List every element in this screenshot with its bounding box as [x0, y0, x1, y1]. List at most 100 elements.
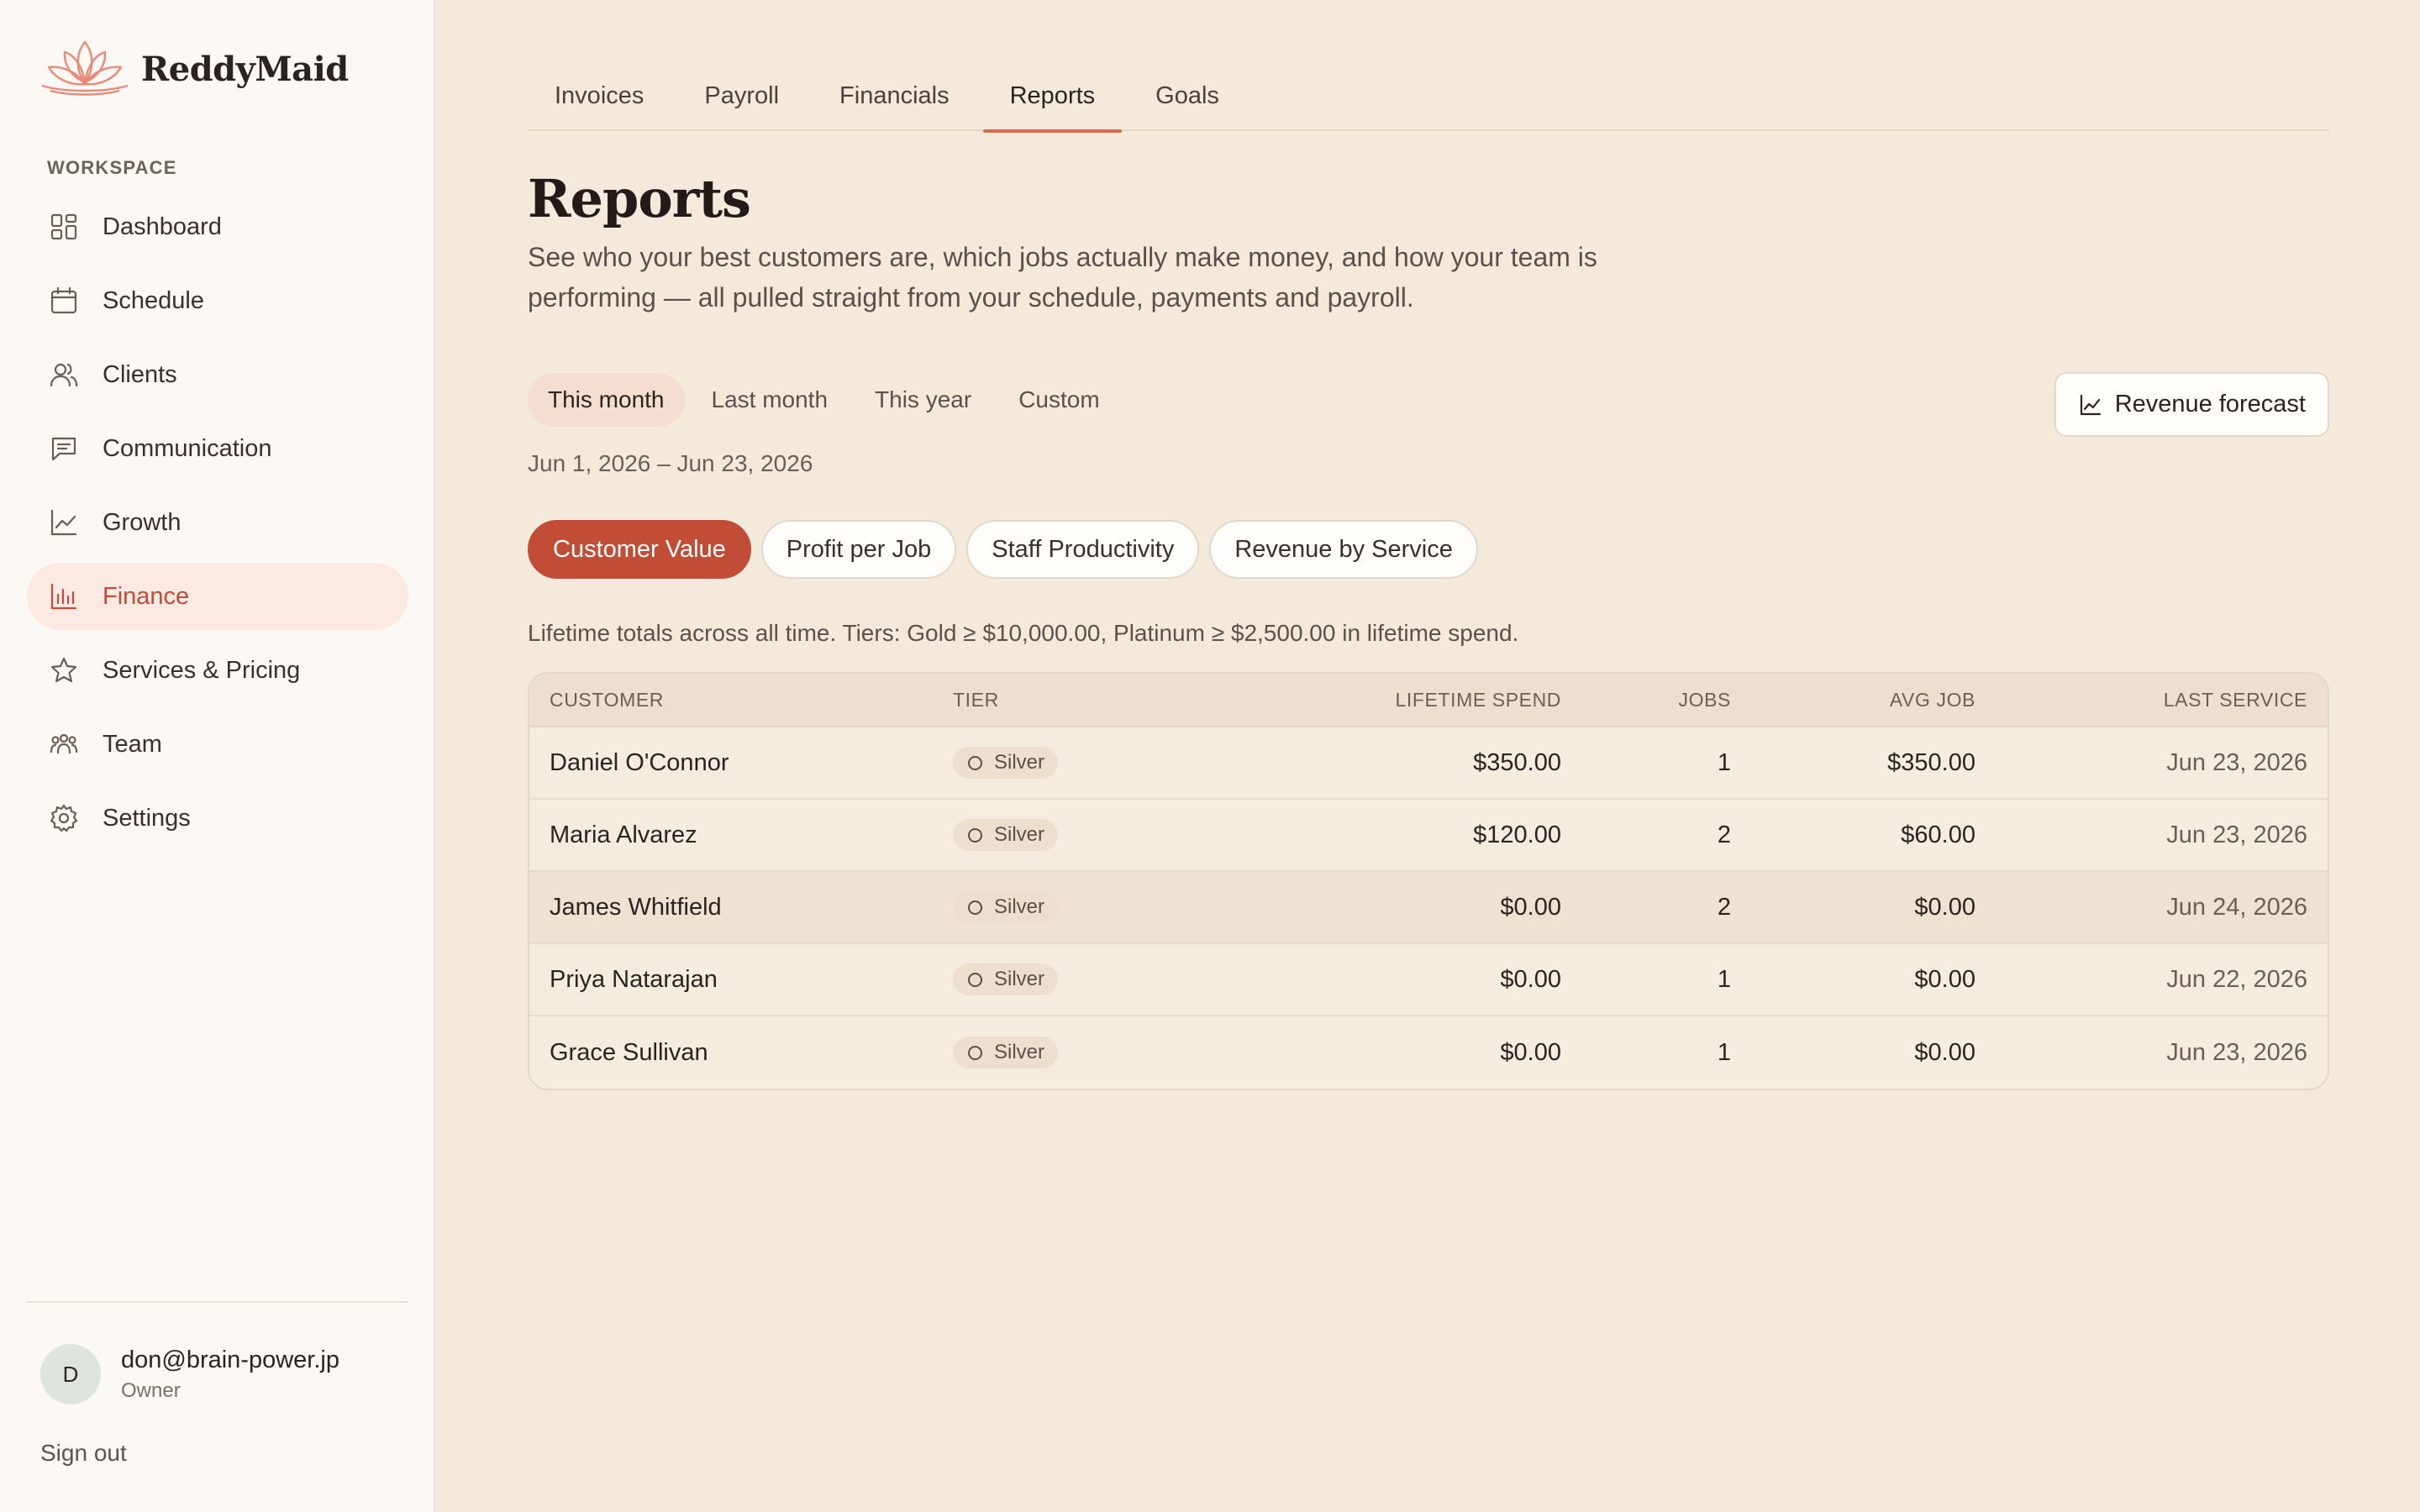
calendar-icon	[49, 286, 79, 316]
table-header: CUSTOMER TIER LIFETIME SPEND JOBS AVG JO…	[529, 674, 2328, 727]
tier-label: Silver	[994, 968, 1045, 990]
star-icon	[49, 655, 79, 685]
column-header-last-service[interactable]: LAST SERVICE	[2164, 689, 2307, 711]
sidebar-item-team[interactable]: Team	[27, 711, 408, 778]
tier-label: Silver	[994, 751, 1045, 774]
page-title: Reports	[528, 168, 751, 229]
lotus-logo-icon	[41, 40, 129, 96]
tier-badge: Silver	[953, 747, 1059, 779]
users-icon	[49, 360, 79, 390]
jobs-count: 1	[1717, 748, 1731, 776]
last-service: Jun 23, 2026	[2166, 821, 2307, 848]
last-service: Jun 22, 2026	[2166, 965, 2307, 993]
sidebar-item-label: Dashboard	[103, 213, 222, 240]
circle-icon	[968, 755, 982, 770]
lifetime-spend: $120.00	[1473, 821, 1561, 848]
tab-reports[interactable]: Reports	[982, 67, 1123, 133]
avg-job: $0.00	[1914, 965, 1975, 993]
sidebar-item-dashboard[interactable]: Dashboard	[27, 193, 408, 260]
tier-note: Lifetime totals across all time. Tiers: …	[528, 620, 1519, 646]
user-role: Owner	[121, 1378, 181, 1402]
tier-badge: Silver	[953, 963, 1059, 995]
circle-icon	[968, 827, 982, 843]
trend-icon	[2080, 394, 2101, 415]
column-header-lifetime-spend[interactable]: LIFETIME SPEND	[1395, 689, 1561, 711]
tier-badge: Silver	[953, 1037, 1059, 1068]
sidebar-item-growth[interactable]: Growth	[27, 489, 408, 556]
report-tab-customer-value[interactable]: Customer Value	[528, 520, 751, 579]
sidebar-divider	[27, 1301, 408, 1303]
circle-icon	[968, 900, 982, 915]
table-row[interactable]: Priya Natarajan Silver $0.00 1 $0.00 Jun…	[529, 944, 2328, 1016]
sign-out-link[interactable]: Sign out	[40, 1440, 127, 1467]
lifetime-spend: $0.00	[1500, 893, 1561, 921]
sidebar-item-clients[interactable]: Clients	[27, 341, 408, 408]
avg-job: $350.00	[1887, 748, 1975, 776]
customer-name: Maria Alvarez	[550, 821, 697, 848]
table-row[interactable]: Grace Sullivan Silver $0.00 1 $0.00 Jun …	[529, 1016, 2328, 1089]
column-header-jobs[interactable]: JOBS	[1679, 689, 1731, 711]
revenue-forecast-button[interactable]: Revenue forecast	[2054, 372, 2329, 437]
period-last-month[interactable]: Last month	[692, 373, 849, 427]
workspace-section-label: WORKSPACE	[47, 157, 177, 178]
report-tab-staff-productivity[interactable]: Staff Productivity	[966, 520, 1200, 579]
sidebar-item-services-pricing[interactable]: Services & Pricing	[27, 637, 408, 704]
column-header-avg-job[interactable]: AVG JOB	[1890, 689, 1975, 711]
sidebar-item-label: Communication	[103, 434, 272, 462]
tab-financials[interactable]: Financials	[813, 67, 976, 131]
avg-job: $60.00	[1901, 821, 1975, 848]
revenue-forecast-label: Revenue forecast	[2114, 391, 2306, 417]
tab-invoices[interactable]: Invoices	[528, 67, 671, 131]
lifetime-spend: $350.00	[1473, 748, 1561, 776]
sidebar-item-schedule[interactable]: Schedule	[27, 267, 408, 334]
avatar: D	[40, 1344, 101, 1404]
tier-badge: Silver	[953, 819, 1059, 851]
table-row[interactable]: Daniel O'Connor Silver $350.00 1 $350.00…	[529, 727, 2328, 800]
jobs-count: 2	[1717, 893, 1731, 921]
report-tab-profit-per-job[interactable]: Profit per Job	[760, 520, 957, 579]
tier-label: Silver	[994, 1041, 1045, 1063]
sidebar-item-label: Team	[103, 730, 162, 758]
last-service: Jun 23, 2026	[2166, 1038, 2307, 1066]
period-custom[interactable]: Custom	[998, 373, 1119, 427]
bar-chart-icon	[49, 581, 79, 612]
customer-name: Daniel O'Connor	[550, 748, 729, 776]
jobs-count: 1	[1717, 965, 1731, 993]
column-header-tier[interactable]: TIER	[953, 689, 999, 711]
tier-badge: Silver	[953, 891, 1059, 923]
sidebar: ReddyMaid WORKSPACE Dashboard Schedule C…	[0, 0, 435, 1512]
message-icon	[49, 433, 79, 464]
period-selector: This month Last month This year Custom	[528, 373, 1127, 427]
team-icon	[49, 729, 79, 759]
period-this-year[interactable]: This year	[855, 373, 992, 427]
sidebar-item-communication[interactable]: Communication	[27, 415, 408, 482]
circle-icon	[968, 972, 982, 987]
brand-logo[interactable]: ReddyMaid	[39, 37, 349, 101]
sidebar-item-settings[interactable]: Settings	[27, 785, 408, 852]
user-info: don@brain-power.jp Owner	[121, 1347, 339, 1403]
tab-payroll[interactable]: Payroll	[677, 67, 806, 131]
grid-icon	[49, 212, 79, 242]
sidebar-item-finance[interactable]: Finance	[27, 563, 408, 630]
table-row[interactable]: James Whitfield Silver $0.00 2 $0.00 Jun…	[529, 872, 2328, 944]
tab-goals[interactable]: Goals	[1128, 67, 1246, 131]
customer-name: Grace Sullivan	[550, 1038, 708, 1066]
column-header-customer[interactable]: CUSTOMER	[550, 689, 664, 711]
page-subtitle: See who your best customers are, which j…	[528, 242, 1597, 312]
lifetime-spend: $0.00	[1500, 1038, 1561, 1066]
period-this-month[interactable]: This month	[528, 373, 685, 427]
sidebar-item-label: Clients	[103, 360, 177, 388]
brand-name: ReddyMaid	[141, 49, 349, 89]
report-tab-revenue-by-service[interactable]: Revenue by Service	[1209, 520, 1478, 579]
customer-name: Priya Natarajan	[550, 965, 718, 993]
user-profile[interactable]: D don@brain-power.jp Owner	[40, 1344, 339, 1404]
avg-job: $0.00	[1914, 893, 1975, 921]
sidebar-item-label: Services & Pricing	[103, 656, 301, 684]
finance-tabs: Invoices Payroll Financials Reports Goal…	[528, 67, 2329, 133]
lifetime-spend: $0.00	[1500, 965, 1561, 993]
user-email: don@brain-power.jp	[121, 1346, 339, 1373]
table-row[interactable]: Maria Alvarez Silver $120.00 2 $60.00 Ju…	[529, 800, 2328, 872]
trend-icon	[49, 507, 79, 538]
gear-icon	[49, 803, 79, 833]
sidebar-item-label: Settings	[103, 804, 191, 832]
